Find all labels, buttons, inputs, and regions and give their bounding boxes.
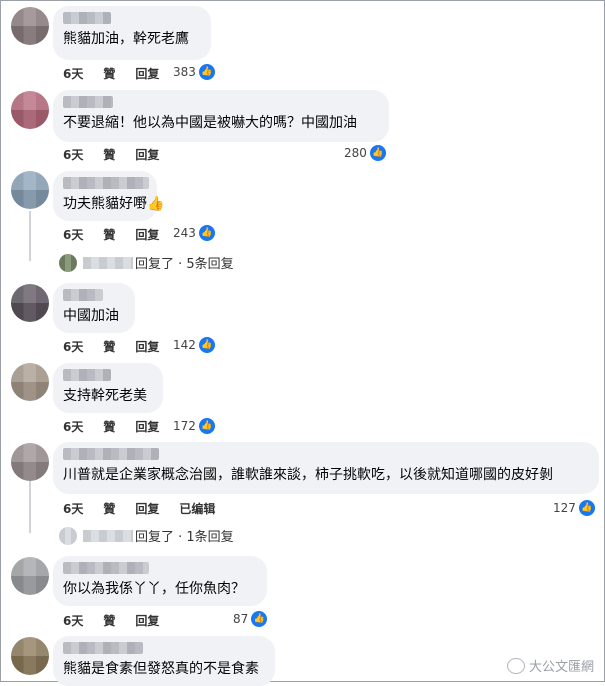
timestamp[interactable]: 6天 (63, 65, 83, 82)
comment-actions: 6天 贊 回复 (63, 226, 179, 243)
like-button[interactable]: 贊 (103, 500, 115, 517)
avatar[interactable] (11, 443, 49, 481)
comment-bubble: 功夫熊貓好嘢👍 (53, 171, 165, 221)
reaction-count[interactable]: 172 👍 (173, 418, 215, 434)
thumbs-up-icon: 👍 (578, 500, 595, 516)
replies-text: 回复了 · 5条回复 (135, 257, 234, 272)
comment-actions: 6天 贊 回复 (63, 418, 179, 435)
watermark: 大公文匯網 (506, 656, 594, 675)
commenter-name-blurred[interactable] (63, 12, 111, 24)
thumbs-up-icon: 👍 (198, 418, 215, 434)
avatar (59, 526, 77, 545)
comment-actions: 6天 贊 回复 (63, 338, 179, 355)
comment-text: 功夫熊貓好嘢👍 (63, 196, 165, 212)
timestamp[interactable]: 6天 (63, 338, 83, 355)
comment-actions: 6天 贊 回复 已编辑 (63, 500, 235, 517)
commenter-name-blurred[interactable] (63, 177, 149, 189)
like-button[interactable]: 贊 (103, 418, 115, 435)
view-replies-link[interactable]: 回复了 · 5条回复 (59, 253, 234, 272)
reply-button[interactable]: 回复 (135, 500, 159, 517)
comment-text: 支持幹死老美 (63, 388, 147, 404)
reaction-count-value: 243 (173, 226, 196, 240)
commenter-name-blurred[interactable] (63, 562, 149, 574)
view-replies-link[interactable]: 回复了 · 1条回复 (59, 526, 234, 545)
thumbs-up-icon: 👍 (251, 611, 268, 627)
reaction-count[interactable]: 142 👍 (173, 337, 215, 353)
reaction-count[interactable]: 87 👍 (233, 611, 268, 627)
like-button[interactable]: 贊 (103, 65, 115, 82)
replier-name-blurred (83, 256, 133, 269)
thread-line (29, 481, 31, 533)
comment-bubble: 中國加油 (53, 283, 135, 333)
replies-text: 回复了 · 1条回复 (135, 530, 234, 545)
comment-bubble: 不要退縮！他以為中國是被嚇大的嗎？中國加油 (53, 90, 389, 142)
weibo-icon (506, 657, 525, 674)
avatar[interactable] (11, 363, 49, 401)
reaction-count-value: 172 (173, 419, 196, 433)
like-button[interactable]: 贊 (103, 226, 115, 243)
avatar[interactable] (11, 171, 49, 209)
comment-text: 熊貓加油，幹死老鷹 (63, 31, 189, 47)
thumbs-up-icon: 👍 (198, 225, 215, 241)
commenter-name-blurred[interactable] (63, 289, 103, 301)
comment-actions: 6天 贊 回复 (63, 65, 179, 82)
avatar[interactable] (11, 91, 49, 129)
reply-button[interactable]: 回复 (135, 612, 159, 629)
avatar[interactable] (11, 637, 49, 675)
comment-bubble: 支持幹死老美 (53, 363, 163, 413)
reply-button[interactable]: 回复 (135, 418, 159, 435)
timestamp[interactable]: 6天 (63, 500, 83, 517)
reaction-count-value: 127 (553, 501, 576, 515)
timestamp[interactable]: 6天 (63, 612, 83, 629)
reaction-count[interactable]: 243 👍 (173, 225, 215, 241)
avatar[interactable] (11, 557, 49, 595)
watermark-text: 大公文匯網 (528, 660, 594, 675)
avatar[interactable] (11, 284, 49, 322)
reaction-count-value: 383 (173, 65, 196, 79)
thumbs-up-icon: 👍 (369, 145, 386, 161)
avatar (59, 253, 77, 272)
timestamp[interactable]: 6天 (63, 146, 83, 163)
reaction-count[interactable]: 127 👍 (553, 500, 595, 516)
commenter-name-blurred[interactable] (63, 642, 143, 654)
commenter-name-blurred[interactable] (63, 96, 113, 108)
reply-button[interactable]: 回复 (135, 65, 159, 82)
reaction-count-value: 87 (233, 612, 249, 626)
comment-actions: 6天 贊 回复 (63, 612, 179, 629)
avatar[interactable] (11, 7, 49, 45)
reaction-count-value: 280 (344, 146, 367, 160)
thumbs-up-icon: 👍 (198, 337, 215, 353)
comment-actions: 6天 贊 回复 (63, 146, 179, 163)
like-button[interactable]: 贊 (103, 338, 115, 355)
comment-bubble: 你以為我係丫丫，任你魚肉？ (53, 556, 267, 606)
comment-text: 中國加油 (63, 308, 119, 324)
reply-button[interactable]: 回复 (135, 226, 159, 243)
comment-text: 不要退縮！他以為中國是被嚇大的嗎？中國加油 (63, 115, 357, 131)
comment-text: 川普就是企業家概念治國，誰軟誰來談，柿子挑軟吃，以後就知道哪國的皮好剝 (63, 467, 553, 483)
comment-bubble: 熊貓是食素但發怒真的不是食素 (53, 636, 275, 686)
edited-label: 已编辑 (179, 502, 216, 516)
reply-button[interactable]: 回复 (135, 146, 159, 163)
commenter-name-blurred[interactable] (63, 369, 111, 381)
thread-line (29, 211, 31, 261)
timestamp[interactable]: 6天 (63, 226, 83, 243)
reaction-count-value: 142 (173, 338, 196, 352)
reply-button[interactable]: 回复 (135, 338, 159, 355)
comment-bubble: 川普就是企業家概念治國，誰軟誰來談，柿子挑軟吃，以後就知道哪國的皮好剝 (53, 442, 599, 494)
commenter-name-blurred[interactable] (63, 448, 159, 460)
comment-bubble: 熊貓加油，幹死老鷹 (53, 6, 211, 60)
reaction-count[interactable]: 383 👍 (173, 64, 215, 80)
like-button[interactable]: 贊 (103, 146, 115, 163)
reaction-count[interactable]: 280 👍 (344, 145, 386, 161)
replier-name-blurred (83, 529, 133, 542)
comment-text: 熊貓是食素但發怒真的不是食素 (63, 661, 259, 677)
like-button[interactable]: 贊 (103, 612, 115, 629)
comment-text: 你以為我係丫丫，任你魚肉？ (63, 581, 245, 597)
timestamp[interactable]: 6天 (63, 418, 83, 435)
thumbs-up-icon: 👍 (198, 64, 215, 80)
